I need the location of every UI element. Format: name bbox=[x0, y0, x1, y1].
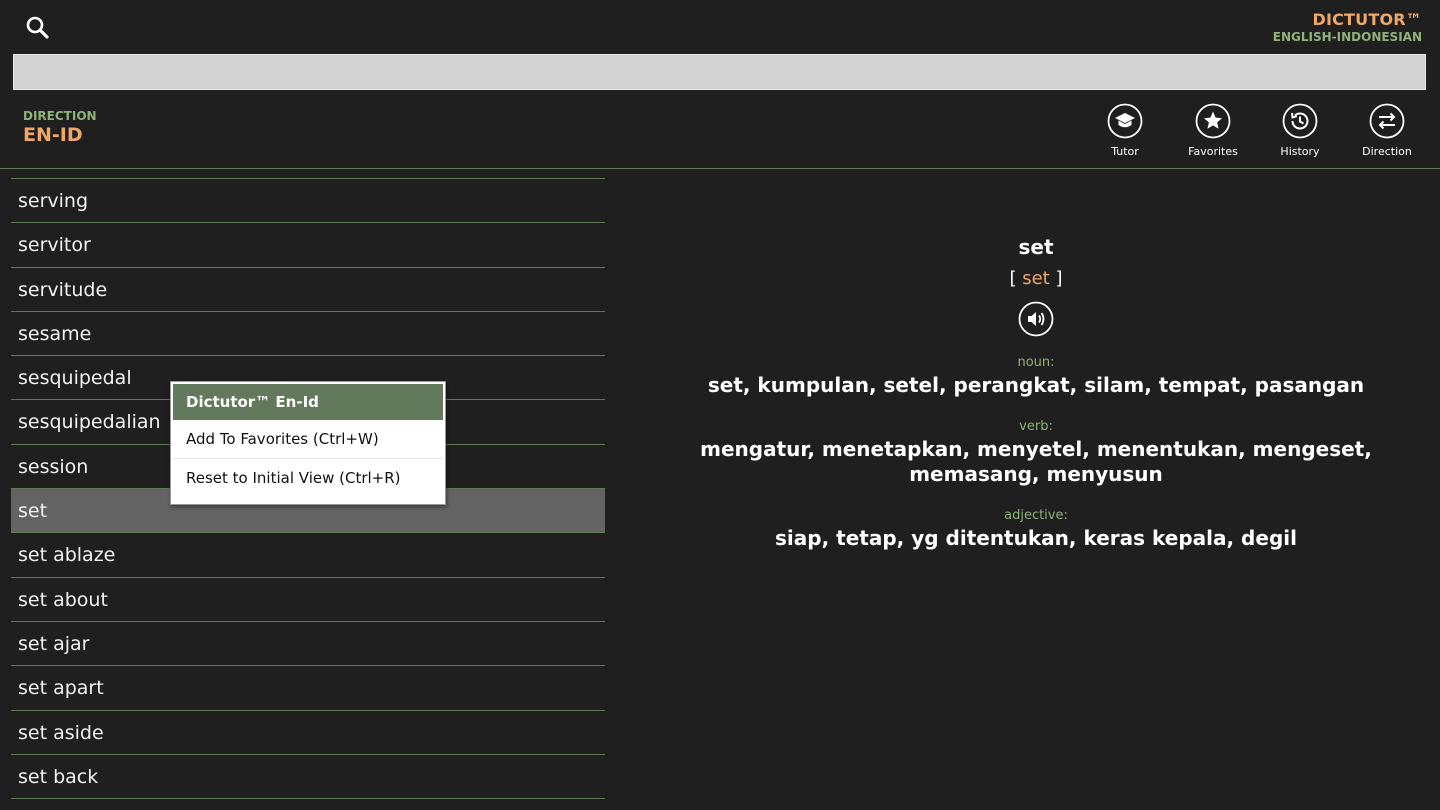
pronunciation-text: set bbox=[1022, 268, 1050, 289]
word-list-item[interactable]: set ablaze bbox=[11, 533, 605, 578]
pos-verb: verb: bbox=[1019, 419, 1053, 434]
history-label: History bbox=[1280, 145, 1320, 158]
entry-word: set bbox=[1018, 235, 1054, 259]
pronunciation: [ set ] bbox=[632, 268, 1440, 289]
swap-arrows-icon bbox=[1369, 103, 1405, 139]
speaker-icon bbox=[1018, 301, 1054, 337]
favorites-button[interactable]: Favorites bbox=[1173, 103, 1253, 158]
word-list-item[interactable]: serving bbox=[11, 179, 605, 224]
star-icon bbox=[1195, 103, 1231, 139]
pronunciation-close-bracket: ] bbox=[1055, 268, 1063, 289]
direction-label: DIRECTION bbox=[23, 109, 97, 123]
favorites-label: Favorites bbox=[1188, 145, 1238, 158]
direction-indicator[interactable]: DIRECTION EN-ID bbox=[23, 109, 97, 146]
word-list-item[interactable]: sesame bbox=[11, 312, 605, 357]
tutor-button[interactable]: Tutor bbox=[1085, 103, 1165, 158]
word-list-item[interactable]: servitude bbox=[11, 268, 605, 312]
search-input[interactable] bbox=[13, 54, 1426, 90]
tutor-label: Tutor bbox=[1111, 145, 1139, 158]
graduation-cap-icon bbox=[1107, 103, 1143, 139]
search-button[interactable] bbox=[22, 13, 56, 43]
context-menu: Dictutor™ En-Id Add To Favorites (Ctrl+W… bbox=[170, 381, 446, 505]
play-audio-button[interactable] bbox=[1018, 301, 1054, 337]
pronunciation-open-bracket: [ bbox=[1009, 268, 1017, 289]
word-list-item[interactable]: set apart bbox=[11, 666, 605, 711]
add-to-favorites-menu-item[interactable]: Add To Favorites (Ctrl+W) bbox=[173, 420, 443, 458]
history-button[interactable]: History bbox=[1260, 103, 1340, 158]
meaning-verb: mengatur, menetapkan, menyetel, menentuk… bbox=[700, 437, 1372, 486]
direction-value: EN-ID bbox=[23, 124, 83, 146]
search-icon bbox=[26, 16, 49, 39]
pos-noun: noun: bbox=[1017, 355, 1055, 370]
direction-button[interactable]: Direction bbox=[1347, 103, 1427, 158]
reset-view-menu-item[interactable]: Reset to Initial View (Ctrl+R) bbox=[173, 458, 443, 497]
app-title: DICTUTOR™ bbox=[1312, 10, 1422, 29]
pos-adjective: adjective: bbox=[1004, 508, 1068, 523]
header-divider bbox=[0, 168, 1440, 169]
direction-toolbar-label: Direction bbox=[1362, 145, 1412, 158]
app-subtitle: ENGLISH-INDONESIAN bbox=[1272, 30, 1422, 44]
app-branding: DICTUTOR™ ENGLISH-INDONESIAN bbox=[1273, 10, 1422, 44]
context-menu-header: Dictutor™ En-Id bbox=[173, 384, 443, 420]
entry-detail: set [ set ] noun: set, kumpulan, setel, … bbox=[632, 235, 1440, 551]
meaning-noun: set, kumpulan, setel, perangkat, silam, … bbox=[707, 373, 1365, 397]
history-icon bbox=[1282, 103, 1318, 139]
word-list-item[interactable]: set ajar bbox=[11, 622, 605, 667]
meaning-adjective: siap, tetap, yg ditentukan, keras kepala… bbox=[775, 526, 1297, 550]
word-list-item[interactable]: set back bbox=[11, 755, 605, 800]
word-list-item[interactable]: set about bbox=[11, 578, 605, 622]
word-list-item[interactable]: set aside bbox=[11, 711, 605, 755]
word-list-item[interactable]: servitor bbox=[11, 223, 605, 268]
